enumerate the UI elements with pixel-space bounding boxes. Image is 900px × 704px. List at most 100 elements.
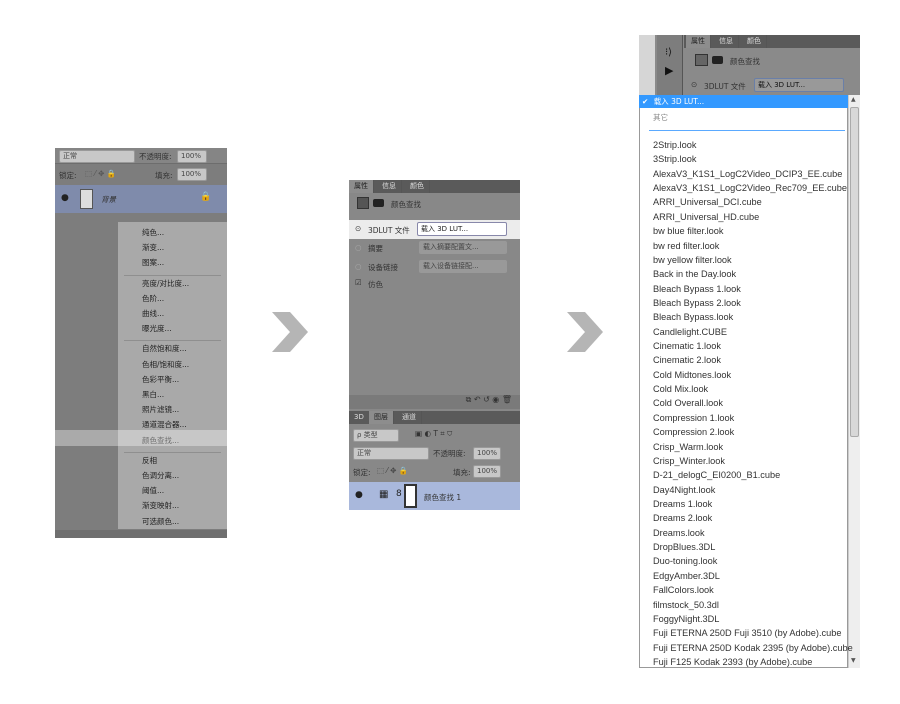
- properties-panel-lut-dropdown: ⁝⟩ ▶ 属性 信息 颜色 颜色查找 ⊙ 3DLUT 文件 载入 3D LUT.…: [639, 35, 860, 668]
- tab-properties[interactable]: 属性: [349, 180, 374, 193]
- lut-file-option[interactable]: Compression 2.look: [653, 426, 734, 438]
- lut-file-option[interactable]: FoggyNight.3DL: [653, 613, 719, 625]
- lut-select[interactable]: 载入 3D LUT...: [754, 78, 844, 92]
- dither-checkbox[interactable]: ☑: [355, 278, 362, 287]
- lut-file-option[interactable]: Dreams 2.look: [653, 512, 712, 524]
- menu-item[interactable]: 照片滤镜...: [142, 404, 179, 415]
- lut-file-option[interactable]: filmstock_50.3dl: [653, 599, 719, 611]
- blend-mode-select[interactable]: 正常: [59, 150, 135, 163]
- device-select[interactable]: 载入设备链接配...: [419, 260, 507, 273]
- lut-file-option[interactable]: Fuji ETERNA 250D Fuji 3510 (by Adobe).cu…: [653, 627, 841, 639]
- menu-item[interactable]: 色阶...: [142, 293, 164, 304]
- lut-file-option[interactable]: Fuji ETERNA 250D Kodak 2395 (by Adobe).c…: [653, 642, 853, 654]
- eye-icon[interactable]: ●: [61, 193, 69, 203]
- lut-file-option[interactable]: Bleach Bypass.look: [653, 311, 733, 323]
- lut-file-option[interactable]: Bleach Bypass 2.look: [653, 297, 741, 309]
- scrollbar[interactable]: ▲ ▼: [848, 95, 860, 668]
- lut-file-option[interactable]: bw red filter.look: [653, 240, 719, 252]
- lut-file-option[interactable]: Cinematic 1.look: [653, 340, 721, 352]
- lut-file-option[interactable]: 2Strip.look: [653, 139, 696, 151]
- lut-file-option[interactable]: DropBlues.3DL: [653, 541, 715, 553]
- menu-item[interactable]: 图案...: [142, 257, 164, 268]
- menu-item[interactable]: 阈值...: [142, 485, 164, 496]
- lut-file-option[interactable]: bw blue filter.look: [653, 225, 723, 237]
- tab-color[interactable]: 颜色: [742, 35, 767, 48]
- menu-item[interactable]: 黑白...: [142, 389, 164, 400]
- lut-file-option[interactable]: Back in the Day.look: [653, 268, 736, 280]
- lut-file-option[interactable]: Cold Midtones.look: [653, 369, 731, 381]
- blend-mode-select[interactable]: 正常: [353, 447, 429, 460]
- option-other[interactable]: 其它: [653, 112, 668, 123]
- lut-radio[interactable]: ⊙: [355, 224, 361, 233]
- menu-item[interactable]: 自然饱和度...: [142, 343, 187, 354]
- lut-file-option[interactable]: Bleach Bypass 1.look: [653, 283, 741, 295]
- lut-file-option[interactable]: Dreams.look: [653, 527, 705, 539]
- lut-file-option[interactable]: Crisp_Warm.look: [653, 441, 723, 453]
- tab-properties[interactable]: 属性: [686, 35, 711, 48]
- layer-row-color-lookup[interactable]: ● ▦ 8 颜色查找 1: [349, 482, 520, 510]
- lut-label: 3DLUT 文件: [368, 226, 410, 235]
- lut-file-option[interactable]: AlexaV3_K1S1_LogC2Video_Rec709_EE.cube: [653, 182, 847, 194]
- menu-item[interactable]: 反相: [142, 455, 157, 466]
- scrollbar-thumb[interactable]: [850, 107, 859, 437]
- lut-file-option[interactable]: 3Strip.look: [653, 153, 696, 165]
- tab-channels[interactable]: 通道: [397, 411, 422, 424]
- lut-file-option[interactable]: Candlelight.CUBE: [653, 326, 727, 338]
- scroll-up-icon[interactable]: ▲: [851, 96, 856, 103]
- lut-file-option[interactable]: FallColors.look: [653, 584, 714, 596]
- menu-item[interactable]: 色彩平衡...: [142, 374, 179, 385]
- lut-file-option[interactable]: ARRI_Universal_HD.cube: [653, 211, 759, 223]
- lut-file-option[interactable]: ARRI_Universal_DCI.cube: [653, 196, 762, 208]
- fill-input[interactable]: 100%: [473, 465, 501, 478]
- lut-file-option[interactable]: Cold Overall.look: [653, 397, 723, 409]
- lut-file-option[interactable]: Dreams 1.look: [653, 498, 712, 510]
- lut-file-option[interactable]: Duo-toning.look: [653, 555, 717, 567]
- lut-file-option[interactable]: AlexaV3_K1S1_LogC2Video_DCIP3_EE.cube: [653, 168, 842, 180]
- menu-item[interactable]: 曝光度...: [142, 323, 172, 334]
- opacity-input[interactable]: 100%: [473, 447, 501, 460]
- menu-item[interactable]: 纯色...: [142, 227, 164, 238]
- tab-color[interactable]: 颜色: [405, 180, 430, 193]
- lut-file-option[interactable]: Day4Night.look: [653, 484, 715, 496]
- mask-icon: [712, 56, 723, 64]
- tab-info[interactable]: 信息: [377, 180, 402, 193]
- menu-item[interactable]: 渐变...: [142, 242, 164, 253]
- menu-item[interactable]: 通道混合器...: [142, 419, 187, 430]
- menu-item[interactable]: 曲线...: [142, 308, 164, 319]
- device-radio[interactable]: ○: [355, 262, 362, 271]
- menu-item[interactable]: 亮度/对比度...: [142, 278, 189, 289]
- history-icon[interactable]: ⁝⟩: [665, 47, 672, 58]
- menu-item[interactable]: 色调分离...: [142, 470, 179, 481]
- lut-file-option[interactable]: Cinematic 2.look: [653, 354, 721, 366]
- lut-select[interactable]: 载入 3D LUT...: [417, 222, 507, 236]
- menu-item[interactable]: 可选颜色...: [142, 516, 179, 527]
- tab-3d[interactable]: 3D: [349, 411, 370, 424]
- opacity-label: 不透明度:: [139, 152, 172, 161]
- layer-row-background[interactable]: ● 背景 🔒: [55, 185, 227, 213]
- tab-info[interactable]: 信息: [714, 35, 739, 48]
- menu-item[interactable]: 渐变映射...: [142, 500, 179, 511]
- scroll-down-icon[interactable]: ▼: [851, 657, 856, 664]
- eye-icon[interactable]: ●: [355, 490, 363, 500]
- fill-input[interactable]: 100%: [177, 168, 207, 181]
- lut-file-option[interactable]: bw yellow filter.look: [653, 254, 732, 266]
- filter-icons[interactable]: ▣ ◐ T ⌗ ⛉: [415, 429, 452, 439]
- lut-file-option[interactable]: Compression 1.look: [653, 412, 734, 424]
- option-load-3d-lut[interactable]: ✔ 载入 3D LUT...: [639, 95, 848, 108]
- lut-file-option[interactable]: Crisp_Winter.look: [653, 455, 725, 467]
- lock-label: 锁定:: [353, 468, 371, 477]
- menu-item[interactable]: 色相/饱和度...: [142, 359, 189, 370]
- abstract-select[interactable]: 载入摘要配置文...: [419, 241, 507, 254]
- lut-radio[interactable]: ⊙: [691, 80, 697, 89]
- lut-file-option[interactable]: Cold Mix.look: [653, 383, 708, 395]
- abstract-radio[interactable]: ○: [355, 243, 362, 252]
- lock-icons[interactable]: ⬚ ⁄ ✥ 🔒: [85, 169, 116, 178]
- lut-file-option[interactable]: EdgyAmber.3DL: [653, 570, 720, 582]
- lut-file-option[interactable]: Fuji F125 Kodak 2393 (by Adobe).cube: [653, 656, 812, 668]
- lut-file-option[interactable]: D-21_delogC_EI0200_B1.cube: [653, 469, 780, 481]
- play-icon[interactable]: ▶: [665, 64, 673, 77]
- lock-icons[interactable]: ⬚ ⁄ ✥ 🔒: [377, 466, 408, 475]
- layer-filter-select[interactable]: ρ 类型: [353, 429, 399, 442]
- tab-layers[interactable]: 图层: [369, 411, 394, 424]
- opacity-input[interactable]: 100%: [177, 150, 207, 163]
